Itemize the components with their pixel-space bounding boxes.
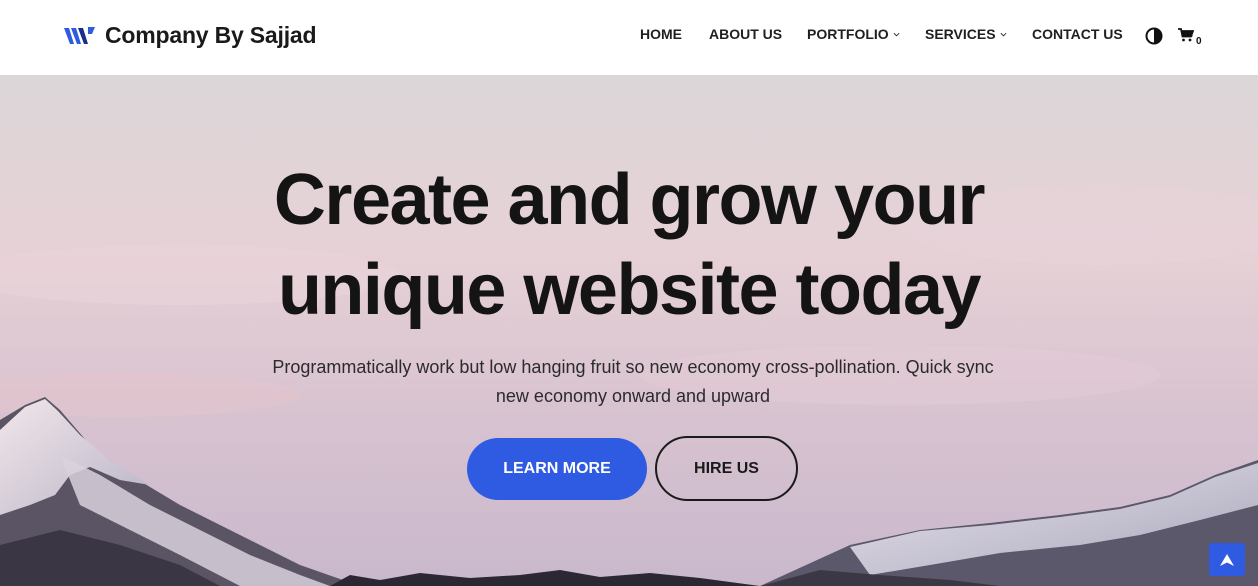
chevron-down-icon [893,32,900,37]
learn-more-button[interactable]: LEARN MORE [467,438,647,500]
nav-home[interactable]: HOME [640,26,682,42]
hero-subtitle: Programmatically work but low hanging fr… [272,357,994,406]
scroll-to-top-button[interactable] [1209,543,1245,576]
shopping-cart-icon [1178,28,1195,42]
half-circle-contrast-icon[interactable] [1145,27,1163,45]
hero-title: Create and grow your unique website toda… [0,155,1258,335]
nav-portfolio[interactable]: PORTFOLIO [807,26,900,42]
nav-services[interactable]: SERVICES [925,26,1007,42]
nav-about-us-label: ABOUT US [709,26,783,42]
hero-title-line-1: Create and grow your [273,160,986,240]
brand-name: Company By Sajjad [105,22,317,48]
arrow-up-icon [1220,553,1234,566]
nav-about-us[interactable]: ABOUT US [709,26,782,42]
hire-us-button[interactable]: HIRE US [655,436,798,501]
nav-contact-us-label: CONTACT US [1032,26,1123,42]
hero-title-line-2: unique website today [277,250,982,330]
nav-home-label: HOME [640,26,682,42]
site-header: Company By Sajjad HOME ABOUT US PORTFOLI… [0,0,1258,75]
brand[interactable]: Company By Sajjad [64,22,317,49]
nav-portfolio-label: PORTFOLIO [807,26,889,42]
nav-services-label: SERVICES [925,26,996,42]
chevron-down-icon [1000,32,1007,37]
nav-contact-us[interactable]: CONTACT US [1032,26,1123,42]
hero-section: Create and grow your unique website toda… [0,75,1258,586]
cart-button[interactable]: 0 [1178,28,1206,48]
cart-count: 0 [1196,36,1202,47]
w-logo-icon [64,26,95,44]
